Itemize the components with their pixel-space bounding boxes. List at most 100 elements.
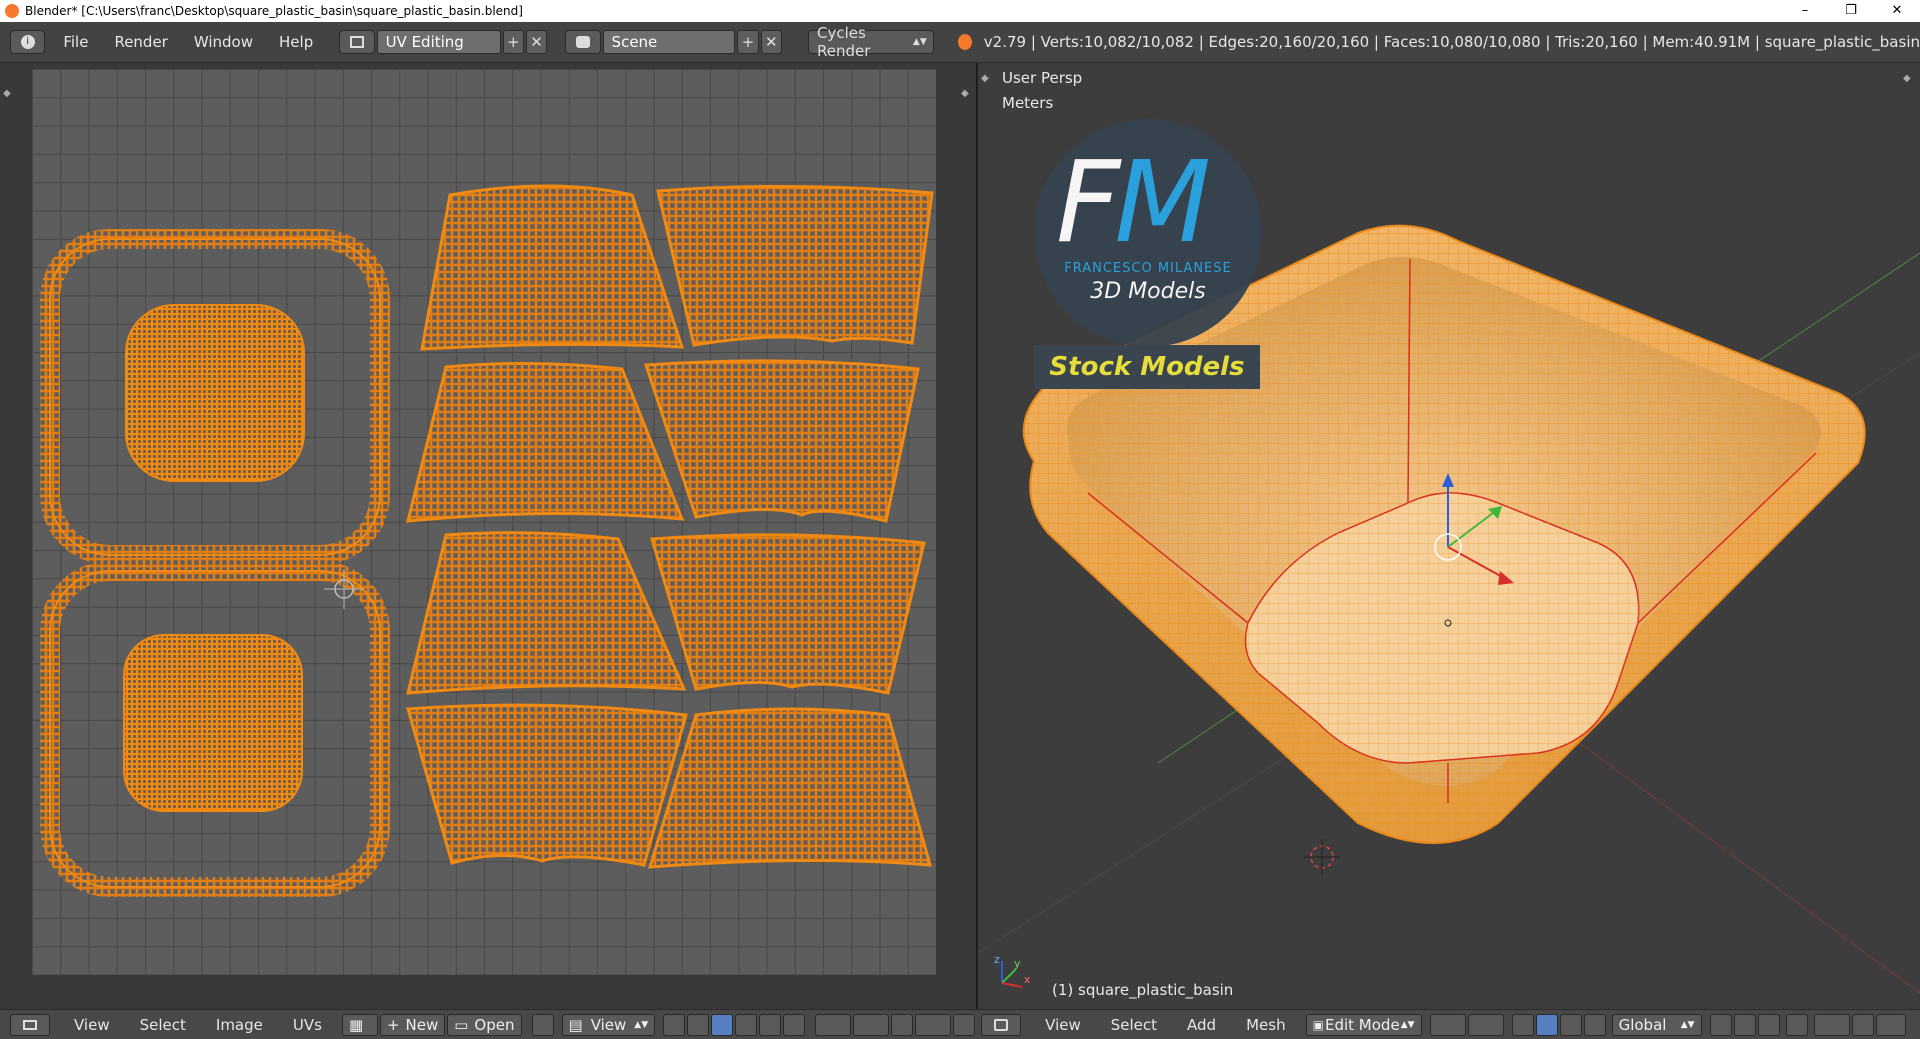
chevron-updown-icon: ▲▼ xyxy=(912,37,927,47)
menu-window[interactable]: Window xyxy=(194,33,253,51)
edge-select-mode-icon[interactable] xyxy=(1733,1013,1756,1036)
menu-render[interactable]: Render xyxy=(114,33,167,51)
menu-file[interactable]: File xyxy=(63,33,88,51)
uv-menu-uvs[interactable]: UVs xyxy=(293,1016,322,1034)
bottom-headers: View Select Image UVs ▦ + New ▭ Open ▤ V… xyxy=(0,1009,1920,1039)
uv-grid-canvas[interactable] xyxy=(32,69,936,975)
image-browse-button[interactable]: ▦ xyxy=(341,1013,378,1036)
uv-editor-type-button[interactable] xyxy=(10,1013,50,1036)
menu-help[interactable]: Help xyxy=(279,33,313,51)
axis-x-label: x xyxy=(1024,973,1031,986)
uv-editor[interactable]: ◆ ◆ xyxy=(0,63,976,1009)
interaction-mode-select[interactable]: ▣ Edit Mode ▲▼ xyxy=(1305,1013,1422,1036)
plus-icon: + xyxy=(386,1015,400,1034)
properties-toggle-icon[interactable]: ◆ xyxy=(961,88,969,99)
uv-island-wall-2[interactable] xyxy=(656,184,934,347)
occlude-geometry-icon[interactable] xyxy=(1785,1013,1808,1036)
snap-target-icon[interactable] xyxy=(915,1013,952,1036)
viewport-shading-icon[interactable] xyxy=(1429,1013,1466,1036)
uv-island-wall-6[interactable] xyxy=(650,533,926,695)
screen-layout-field[interactable]: UV Editing xyxy=(376,30,501,54)
new-image-button[interactable]: + New xyxy=(379,1013,446,1036)
chevron-updown-icon: ▲▼ xyxy=(1680,1019,1695,1030)
viewport-menu-add[interactable]: Add xyxy=(1187,1016,1216,1034)
snap-icon[interactable] xyxy=(891,1013,914,1036)
open-image-label: Open xyxy=(474,1015,515,1034)
view-mode-icon: ▤ xyxy=(568,1015,583,1034)
render-engine-select[interactable]: Cycles Render ▲▼ xyxy=(807,24,934,60)
uv-island-wall-5[interactable] xyxy=(406,531,687,695)
editor-type-button[interactable]: i xyxy=(10,30,46,54)
minimize-button[interactable]: – xyxy=(1782,0,1828,22)
snap-element-icon[interactable] xyxy=(1875,1013,1906,1036)
pivot-icon[interactable] xyxy=(663,1013,686,1036)
watermark-subtitle: 3D Models xyxy=(1090,279,1206,304)
screen-layout-browse-button[interactable] xyxy=(339,30,375,54)
3d-view-icon xyxy=(994,1018,1009,1031)
watermark-logo: FM FRANCESCO MILANESE 3D Models xyxy=(1034,119,1262,347)
uv-menu-select[interactable]: Select xyxy=(140,1016,186,1034)
render-engine-label: Cycles Render xyxy=(816,24,871,60)
uv-island-wall-8[interactable] xyxy=(647,707,933,869)
manipulator-toggle-icon[interactable] xyxy=(1511,1013,1534,1036)
blender-logo-icon xyxy=(957,34,972,50)
window-controls: – ❐ ✕ xyxy=(1782,0,1920,22)
fm-logo-text: FM xyxy=(1056,138,1211,268)
scene-statistics: v2.79 | Verts:10,082/10,082 | Edges:20,1… xyxy=(983,33,1920,51)
folder-icon: ▭ xyxy=(454,1015,469,1034)
face-select-icon[interactable] xyxy=(759,1013,782,1036)
uv-island-wall-4[interactable] xyxy=(643,359,920,523)
transform-orientation-select[interactable]: Global ▲▼ xyxy=(1611,1013,1702,1036)
viewport-menu-view[interactable]: View xyxy=(1045,1016,1081,1034)
viewport-menu-mesh[interactable]: Mesh xyxy=(1246,1016,1286,1034)
watermark-badge-text: Stock Models xyxy=(1049,352,1245,382)
snap-toggle-icon[interactable] xyxy=(1851,1013,1874,1036)
vertex-select-mode-icon[interactable] xyxy=(1709,1013,1732,1036)
render-icon[interactable] xyxy=(953,1013,976,1036)
scene-browse-button[interactable] xyxy=(565,30,601,54)
uv-islands xyxy=(40,184,934,897)
translate-manipulator-icon[interactable] xyxy=(1535,1013,1558,1036)
viewport-editor-type-button[interactable] xyxy=(981,1013,1022,1036)
uv-island-wall-3[interactable] xyxy=(406,361,685,523)
sticky-mode-icon[interactable] xyxy=(815,1013,852,1036)
add-scene-icon[interactable]: + xyxy=(737,30,759,54)
active-object-label: (1) square_plastic_basin xyxy=(1052,981,1234,999)
add-layout-icon[interactable]: + xyxy=(502,30,524,54)
view-mode-select[interactable]: ▤ View ▲▼ xyxy=(561,1013,656,1036)
transform-orientation-label: Global xyxy=(1618,1015,1667,1034)
rotate-manipulator-icon[interactable] xyxy=(1559,1013,1582,1036)
window-titlebar: Blender* [C:\Users\franc\Desktop\square_… xyxy=(0,0,1920,22)
proportional-editing-icon[interactable] xyxy=(1813,1013,1850,1036)
open-image-button[interactable]: ▭ Open xyxy=(447,1013,522,1036)
info-header: i File Render Window Help UV Editing + ✕… xyxy=(0,22,1920,63)
uv-island-wall-1[interactable] xyxy=(420,184,685,351)
pin-icon[interactable] xyxy=(531,1013,554,1036)
sync-selection-icon[interactable] xyxy=(687,1013,710,1036)
remove-scene-icon[interactable]: ✕ xyxy=(760,30,782,54)
edge-select-icon[interactable] xyxy=(735,1013,758,1036)
uv-island-bottom-bottom[interactable] xyxy=(123,634,303,812)
vertex-select-icon[interactable] xyxy=(711,1013,734,1036)
3d-cursor-icon[interactable] xyxy=(1304,839,1340,875)
remove-layout-icon[interactable]: ✕ xyxy=(525,30,548,54)
scale-manipulator-icon[interactable] xyxy=(1583,1013,1606,1036)
axis-y-label: y xyxy=(1014,957,1021,970)
view-mode-label: View xyxy=(590,1015,627,1034)
proportional-edit-icon[interactable] xyxy=(853,1013,890,1036)
face-select-mode-icon[interactable] xyxy=(1757,1013,1780,1036)
uv-menu-view[interactable]: View xyxy=(74,1016,110,1034)
viewport-menu-select[interactable]: Select xyxy=(1111,1016,1157,1034)
close-window-button[interactable]: ✕ xyxy=(1874,0,1920,22)
pivot-point-icon[interactable] xyxy=(1467,1013,1504,1036)
watermark-brand: FRANCESCO MILANESE xyxy=(1064,261,1232,276)
island-select-icon[interactable] xyxy=(783,1013,806,1036)
axis-z-label: z xyxy=(994,953,1000,966)
uv-menu-image[interactable]: Image xyxy=(216,1016,263,1034)
maximize-button[interactable]: ❐ xyxy=(1828,0,1874,22)
uv-island-bottom-top[interactable] xyxy=(125,304,305,482)
3d-viewport[interactable]: ◆ ◆ User Persp Meters z y x (1) square_p… xyxy=(978,63,1920,1009)
scene-field[interactable]: Scene xyxy=(602,30,736,54)
toolshelf-toggle-icon[interactable]: ◆ xyxy=(3,88,11,99)
uv-island-wall-7[interactable] xyxy=(406,703,688,867)
